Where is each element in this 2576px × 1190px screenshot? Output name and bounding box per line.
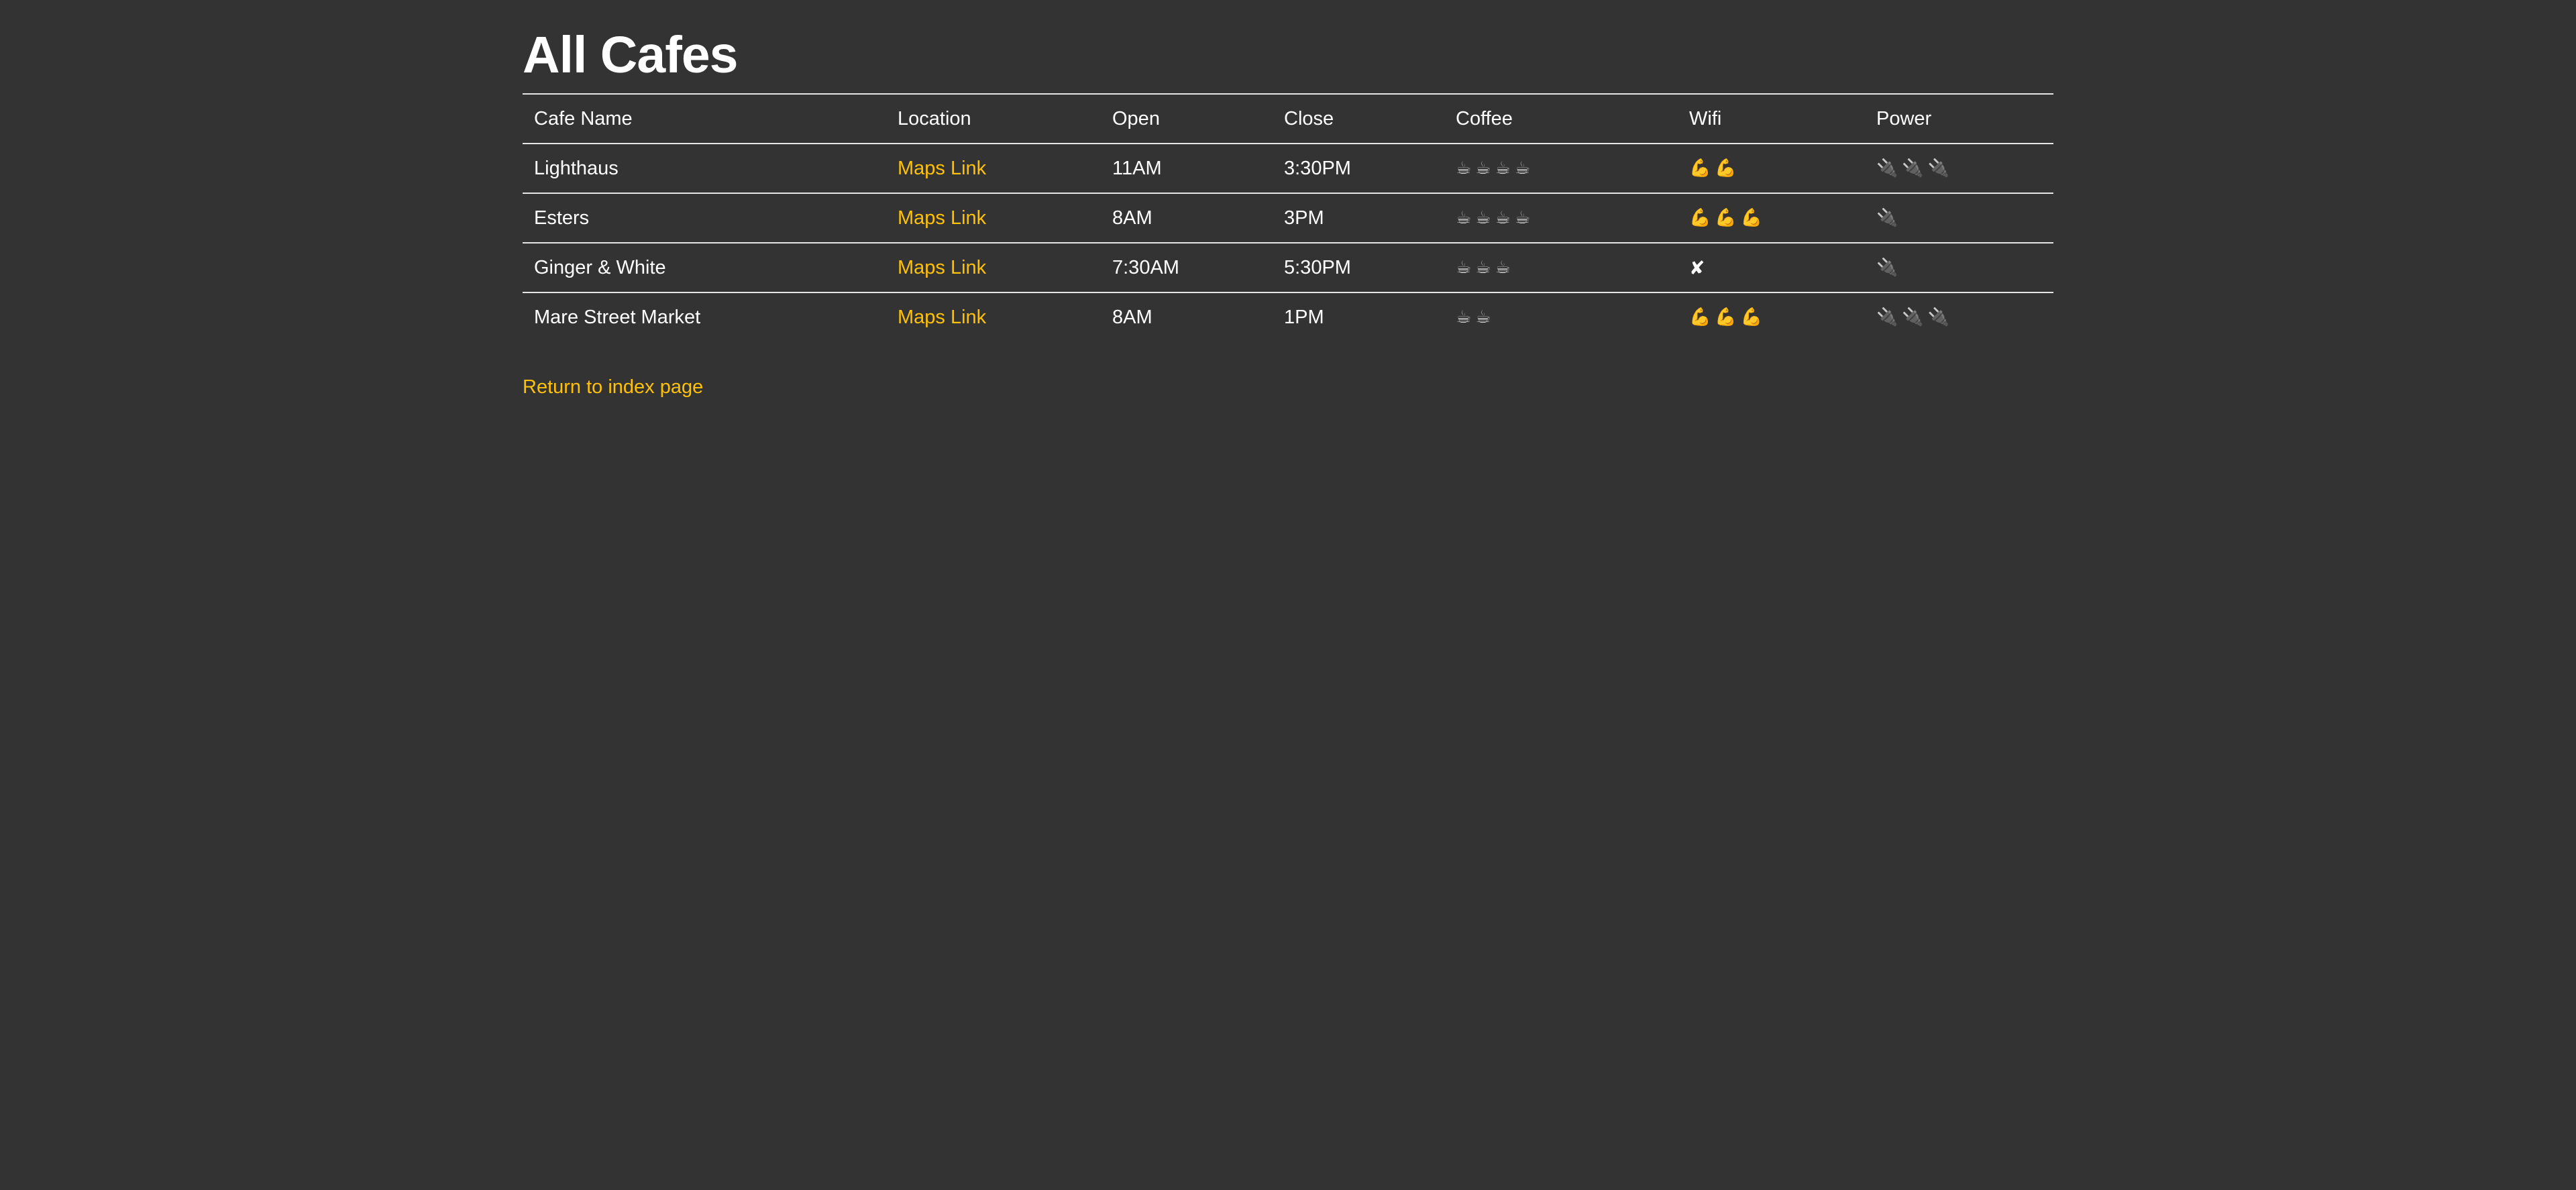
wifi-rating: 💪💪💪 [1678,193,1865,243]
open-time: 11AM [1101,143,1273,193]
location-cell: Maps Link [886,143,1101,193]
wifi-none-icon: ✘ [1678,242,1865,292]
return-to-index-link[interactable]: Return to index page [523,376,703,398]
wifi-rating: 💪💪💪 [1678,292,1865,341]
header-coffee: Coffee [1444,93,1678,144]
maps-link[interactable]: Maps Link [898,257,986,278]
open-time: 7:30AM [1101,242,1273,292]
cafes-table: Cafe Name Location Open Close Coffee Wif… [523,93,2053,341]
open-time: 8AM [1101,292,1273,341]
close-time: 3:30PM [1273,143,1444,193]
coffee-rating: ☕☕☕☕ [1444,143,1678,193]
table-row: Mare Street Market Maps Link 8AM 1PM ☕☕ … [523,292,2053,341]
cafe-name: Lighthaus [523,143,886,193]
location-cell: Maps Link [886,242,1101,292]
maps-link[interactable]: Maps Link [898,307,986,328]
close-time: 5:30PM [1273,242,1444,292]
page-title: All Cafes [523,26,739,84]
header-open: Open [1101,93,1273,144]
header-wifi: Wifi [1678,93,1865,144]
location-cell: Maps Link [886,292,1101,341]
maps-link[interactable]: Maps Link [898,207,986,229]
cafe-name: Mare Street Market [523,292,886,341]
header-power: Power [1865,93,2053,144]
table-row: Ginger & White Maps Link 7:30AM 5:30PM ☕… [523,242,2053,292]
header-close: Close [1273,93,1444,144]
header-cafe-name: Cafe Name [523,93,886,144]
location-cell: Maps Link [886,193,1101,243]
close-time: 1PM [1273,292,1444,341]
table-header-row: Cafe Name Location Open Close Coffee Wif… [523,93,2053,144]
page-container: All Cafes Cafe Name Location Open Close … [523,0,2053,398]
maps-link[interactable]: Maps Link [898,158,986,179]
table-row: Lighthaus Maps Link 11AM 3:30PM ☕☕☕☕ 💪💪 … [523,143,2053,193]
power-rating: 🔌 [1865,193,2053,243]
power-rating: 🔌🔌🔌 [1865,143,2053,193]
header-location: Location [886,93,1101,144]
coffee-rating: ☕☕☕☕ [1444,193,1678,243]
cafe-name: Ginger & White [523,242,886,292]
power-rating: 🔌🔌🔌 [1865,292,2053,341]
wifi-rating: 💪💪 [1678,143,1865,193]
table-row: Esters Maps Link 8AM 3PM ☕☕☕☕ 💪💪💪 🔌 [523,193,2053,243]
coffee-rating: ☕☕☕ [1444,242,1678,292]
close-time: 3PM [1273,193,1444,243]
open-time: 8AM [1101,193,1273,243]
coffee-rating: ☕☕ [1444,292,1678,341]
cafe-name: Esters [523,193,886,243]
power-rating: 🔌 [1865,242,2053,292]
